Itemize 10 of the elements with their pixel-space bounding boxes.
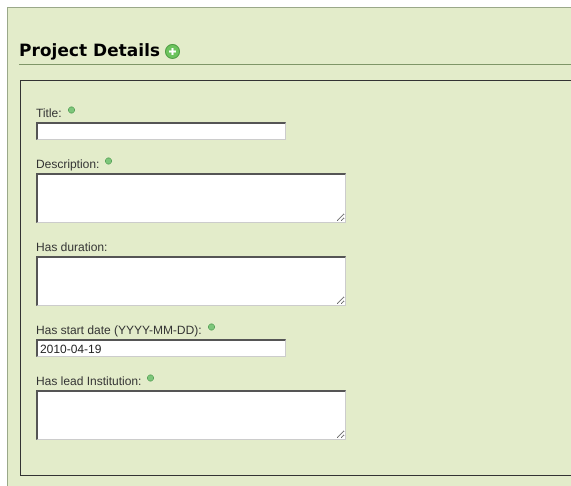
text-area[interactable] <box>36 256 346 306</box>
field-label: Description: <box>36 157 112 172</box>
section-title: Project Details <box>19 41 160 61</box>
field-label: Has start date (YYYY-MM-DD): <box>36 323 215 338</box>
text-field[interactable]: 2010-04-19 <box>36 339 286 357</box>
text-area[interactable] <box>36 173 346 223</box>
field-label: Has duration: <box>36 240 108 255</box>
text-area[interactable] <box>36 390 346 440</box>
add-icon[interactable] <box>165 44 180 58</box>
text-field[interactable] <box>36 122 286 140</box>
